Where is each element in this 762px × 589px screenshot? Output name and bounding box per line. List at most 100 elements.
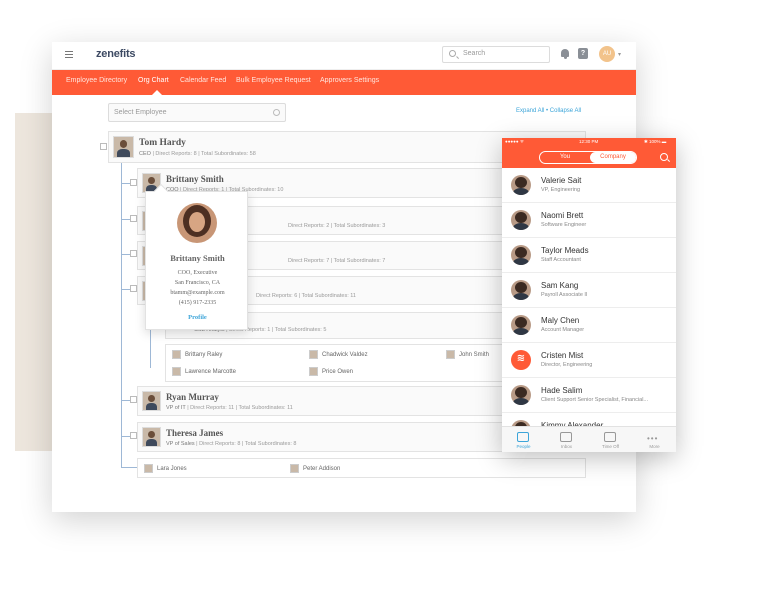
nav-bar: Employee Directory Org Chart Calendar Fe…: [52, 70, 636, 95]
app-logo[interactable]: zenefits: [96, 48, 136, 60]
tab-bulk-employee-request[interactable]: Bulk Employee Request: [236, 77, 311, 84]
expand-toggle[interactable]: [130, 215, 137, 222]
search-icon: [449, 50, 456, 57]
search-icon: [273, 109, 280, 116]
tab-time-off[interactable]: Time Off: [589, 427, 632, 452]
segment-company[interactable]: Company: [590, 152, 636, 163]
avatar: [172, 350, 181, 359]
employee-name: Theresa James: [166, 428, 224, 438]
person-role: Software Engineer: [541, 222, 587, 228]
marketing-stage: zenefits Search ? AU ▾ Employee Director…: [0, 0, 762, 589]
segment-control: You Company: [539, 151, 637, 164]
avatar: [511, 175, 531, 195]
employee-info: VP of IT | Direct Reports: 11 | Total Su…: [166, 405, 293, 411]
more-icon: •••: [647, 434, 659, 443]
list-item[interactable]: ≋ Cristen Mist Director, Engineering: [502, 343, 676, 378]
employee-name: Ryan Murray: [166, 392, 219, 402]
top-bar: zenefits Search ? AU ▾: [52, 42, 636, 70]
person-role: Payroll Associate II: [541, 292, 588, 298]
leaf-employee[interactable]: Price Owen: [309, 367, 353, 376]
tab-label: People: [516, 444, 531, 449]
popover-location: San Francisco, CA: [174, 280, 221, 286]
select-employee-input[interactable]: Select Employee: [108, 103, 286, 122]
list-item[interactable]: Hade Salim Client Support Senior Special…: [502, 378, 676, 413]
search-icon[interactable]: [660, 153, 668, 161]
collapse-toggle[interactable]: [100, 143, 107, 150]
tab-people[interactable]: People: [502, 427, 545, 452]
expand-collapse-links: Expand All • Collapse All: [516, 108, 581, 114]
leaf-employee[interactable]: John Smith: [446, 350, 489, 359]
expand-toggle[interactable]: [130, 432, 137, 439]
employee-popover: Brittany Smith COO, Executive San Franci…: [145, 183, 249, 330]
tab-label: Time Off: [601, 444, 619, 449]
tab-employee-directory[interactable]: Employee Directory: [66, 77, 127, 84]
tab-inbox[interactable]: Inbox: [545, 427, 588, 452]
leaf-employee[interactable]: Chadwick Valdez: [309, 350, 368, 359]
mobile-app: ●●●●● ᯤ 12:30 PM ✱ 100% ▬ You Company Va…: [502, 138, 676, 452]
expand-toggle[interactable]: [130, 396, 137, 403]
tab-calendar-feed[interactable]: Calendar Feed: [180, 77, 226, 84]
list-item[interactable]: Valerie Sait VP, Engineering: [502, 168, 676, 203]
avatar[interactable]: AU: [599, 46, 615, 62]
tab-approvers-settings[interactable]: Approvers Settings: [320, 77, 379, 84]
list-item[interactable]: Sam Kang Payroll Associate II: [502, 273, 676, 308]
employee-info: Direct Reports: 2 | Total Subordinates: …: [288, 223, 386, 229]
avatar: [113, 136, 134, 158]
list-item[interactable]: Taylor Meads Staff Accountant: [502, 238, 676, 273]
person-name: Valerie Sait: [541, 176, 582, 185]
bell-icon[interactable]: [560, 49, 570, 59]
chevron-down-icon[interactable]: ▾: [618, 51, 621, 58]
popover-title: COO, Executive: [177, 270, 218, 276]
employee-name: Brittany Smith: [166, 174, 224, 184]
mobile-header: ●●●●● ᯤ 12:30 PM ✱ 100% ▬ You Company: [502, 138, 676, 168]
employee-info: CEO | Direct Reports: 8 | Total Subordin…: [139, 151, 256, 157]
avatar: [309, 350, 318, 359]
avatar: [511, 245, 531, 265]
leaf-employee[interactable]: Lawrence Marcotte: [172, 367, 236, 376]
calendar-icon: [604, 432, 616, 442]
popover-phone: (415) 917-2335: [178, 300, 217, 306]
person-role: VP, Engineering: [541, 187, 581, 193]
person-role: Director, Engineering: [541, 362, 593, 368]
search-placeholder: Search: [463, 50, 486, 57]
list-item[interactable]: Maly Chen Account Manager: [502, 308, 676, 343]
leaf-employee[interactable]: Brittany Raley: [172, 350, 222, 359]
tab-more[interactable]: ••• More: [633, 427, 676, 452]
person-name: Sam Kang: [541, 281, 579, 290]
carrier-signal: ●●●●● ᯤ: [505, 139, 524, 144]
employee-info: Direct Reports: 7 | Total Subordinates: …: [288, 258, 386, 264]
person-role: Client Support Senior Specialist, Financ…: [541, 397, 648, 403]
expand-toggle[interactable]: [130, 250, 137, 257]
avatar: [142, 391, 161, 411]
help-icon[interactable]: ?: [578, 48, 588, 59]
person-name: Cristen Mist: [541, 351, 584, 360]
popover-email[interactable]: btamm@example.com: [146, 290, 249, 296]
profile-link[interactable]: Profile: [146, 314, 249, 321]
tab-label: Inbox: [560, 444, 572, 449]
employee-info: VP of Sales | Direct Reports: 8 | Total …: [166, 441, 297, 447]
employee-name: Tom Hardy: [139, 138, 186, 148]
person-name: Naomi Brett: [541, 211, 584, 220]
leaf-employee[interactable]: Lara Jones: [144, 464, 187, 473]
person-role: Staff Accountant: [541, 257, 581, 263]
leaf-employee[interactable]: Peter Addison: [290, 464, 340, 473]
expand-all-link[interactable]: Expand All: [516, 108, 544, 114]
expand-toggle[interactable]: [130, 179, 137, 186]
avatar: [309, 367, 318, 376]
menu-icon[interactable]: [65, 51, 73, 58]
collapse-all-link[interactable]: Collapse All: [550, 108, 581, 114]
search-input[interactable]: Search: [442, 46, 550, 63]
employee-info: Direct Reports: 6 | Total Subordinates: …: [256, 293, 356, 299]
avatar: [142, 427, 161, 447]
expand-toggle[interactable]: [130, 285, 137, 292]
tree-line: [121, 152, 122, 468]
avatar: [511, 280, 531, 300]
status-time: 12:30 PM: [579, 139, 599, 144]
segment-you[interactable]: You: [540, 152, 590, 163]
avatar: [511, 210, 531, 230]
tab-org-chart[interactable]: Org Chart: [138, 77, 169, 84]
popover-name: Brittany Smith: [170, 253, 225, 263]
person-name: Maly Chen: [541, 316, 580, 325]
list-item[interactable]: Naomi Brett Software Engineer: [502, 203, 676, 238]
tab-label: More: [649, 444, 660, 449]
